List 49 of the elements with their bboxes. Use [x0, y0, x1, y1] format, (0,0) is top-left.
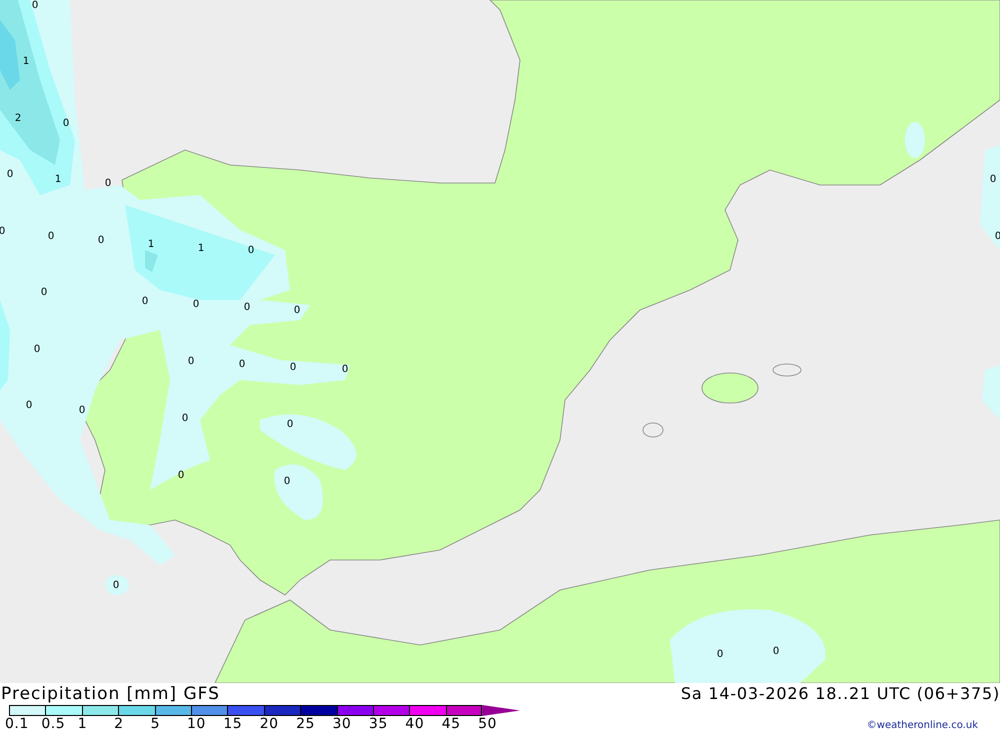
valid-time: Sa 14-03-2026 18..21 UTC (06+375) — [680, 683, 1000, 705]
legend-label: 5 — [150, 716, 161, 732]
contour-label: 0 — [284, 477, 290, 487]
contour-label: 0 — [286, 420, 294, 430]
contour-label: 0 — [32, 1, 38, 11]
contour-label: 0 — [142, 297, 148, 307]
contour-label: 0 — [182, 414, 188, 424]
contour-label: 0 — [248, 246, 254, 256]
legend-label: 30 — [332, 716, 352, 732]
contour-label: 0 — [716, 650, 724, 660]
contour-label: 1 — [22, 57, 30, 67]
legend-label: 1 — [78, 716, 88, 732]
contour-label: 0 — [188, 357, 194, 367]
legend-label: 10 — [186, 716, 207, 732]
legend-label: 35 — [368, 716, 389, 732]
legend-label: 15 — [223, 716, 244, 732]
contour-label: 0 — [772, 647, 780, 657]
contour-label: 0 — [178, 471, 184, 481]
contour-label: 0 — [342, 365, 348, 375]
contour-label: 0 — [48, 232, 54, 242]
contour-label: 0 — [40, 288, 48, 298]
contour-label: 0 — [104, 179, 112, 189]
legend-label: 0.5 — [41, 716, 66, 732]
contour-label: 2 — [14, 114, 22, 124]
contour-label: 0 — [294, 306, 300, 316]
credit-link[interactable]: ©weatheronline.co.uk — [866, 720, 978, 731]
contour-label: 0 — [98, 236, 104, 246]
legend-title: Precipitation [mm] GFS — [1, 683, 220, 705]
legend-label: 20 — [260, 716, 280, 732]
contour-label: 0 — [192, 300, 200, 310]
contour-label: 0 — [34, 345, 40, 355]
legend-label: 45 — [442, 716, 462, 732]
contour-label: 0 — [26, 401, 32, 411]
contour-label: 0 — [78, 406, 86, 416]
contour-label: 1 — [148, 240, 154, 250]
contour-label: 0 — [244, 303, 250, 313]
contour-label: 0 — [290, 363, 296, 373]
legend-label: 2 — [114, 716, 125, 732]
contour-label: 0 — [62, 119, 70, 129]
legend-label: 50 — [478, 716, 498, 732]
legend-label: 25 — [296, 716, 316, 732]
contour-label: 0 — [238, 360, 246, 370]
contour-label: 0 — [6, 170, 14, 180]
contour-label: 0 — [112, 581, 120, 591]
contour-label: 1 — [54, 175, 62, 185]
contour-label: 1 — [198, 244, 204, 254]
legend-label: 0.1 — [5, 716, 30, 732]
legend-label: 40 — [405, 716, 426, 732]
contour-label: 0 — [990, 175, 996, 185]
